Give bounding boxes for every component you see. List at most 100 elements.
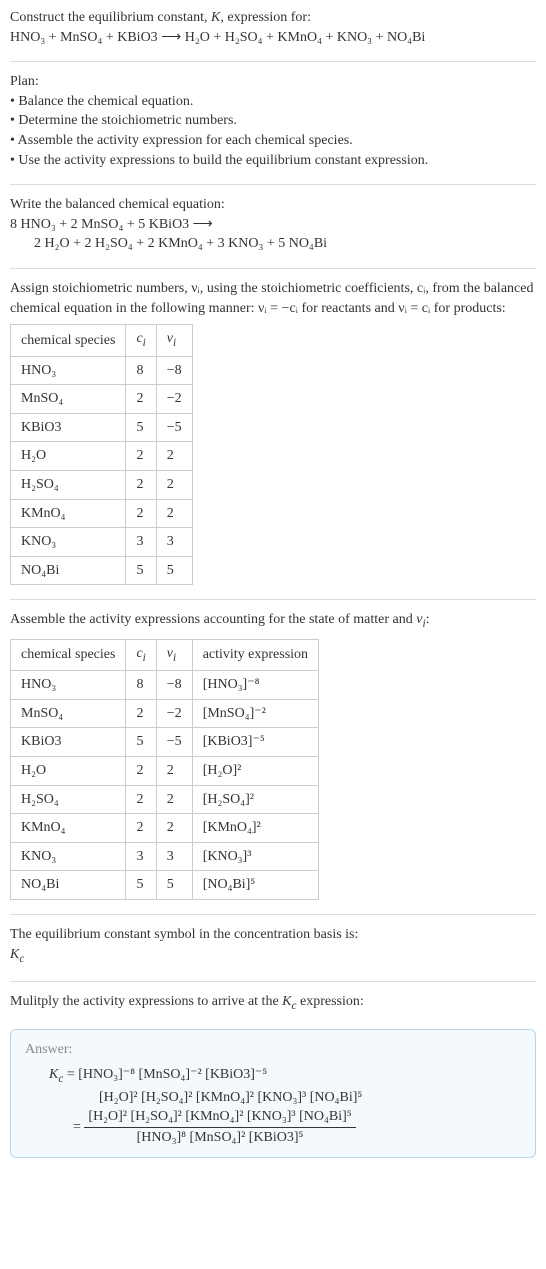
table-row: KNO₃33	[11, 528, 193, 557]
fraction: [H₂O]² [H₂SO₄]² [KMnO₄]² [KNO₃]³ [NO₄Bi]…	[84, 1107, 355, 1147]
cell: HNO₃	[11, 356, 126, 385]
cell: 2	[156, 442, 192, 471]
table-header: νi	[156, 639, 192, 670]
fraction-denominator: [HNO₃]⁸ [MnSO₄]² [KBiO3]⁵	[84, 1128, 355, 1148]
divider	[10, 599, 536, 600]
table-row: HNO₃8−8[HNO₃]⁻⁸	[11, 671, 319, 700]
cell: 3	[156, 842, 192, 871]
cell: [NO₄Bi]⁵	[192, 871, 318, 900]
cell: H₂O	[11, 757, 126, 786]
plan-section: Plan: • Balance the chemical equation. •…	[10, 72, 536, 170]
symbol-label: The equilibrium constant symbol in the c…	[10, 925, 536, 945]
cell: NO₄Bi	[11, 871, 126, 900]
plan-item: • Assemble the activity expression for e…	[10, 131, 536, 151]
table-row: NO₄Bi55	[11, 556, 193, 585]
unbalanced-equation: HNO₃ + MnSO₄ + KBiO3 ⟶ H₂O + H₂SO₄ + KMn…	[10, 28, 536, 48]
cell: MnSO₄	[11, 385, 126, 414]
table-row: KBiO35−5[KBiO3]⁻⁵	[11, 728, 319, 757]
table-row: MnSO₄2−2[MnSO₄]⁻²	[11, 699, 319, 728]
cell: 2	[156, 499, 192, 528]
cell: KBiO3	[11, 413, 126, 442]
title-text: Construct the equilibrium constant, K, e…	[10, 8, 536, 28]
activity-section: Assemble the activity expressions accoun…	[10, 610, 536, 900]
table-row: KBiO35−5	[11, 413, 193, 442]
cell: [KNO₃]³	[192, 842, 318, 871]
cell: 2	[126, 757, 156, 786]
symbol-section: The equilibrium constant symbol in the c…	[10, 925, 536, 967]
table-header-row: chemical species ci νi activity expressi…	[11, 639, 319, 670]
cell: 5	[126, 871, 156, 900]
table-row: MnSO₄2−2	[11, 385, 193, 414]
cell: 2	[156, 785, 192, 814]
cell: HNO₃	[11, 671, 126, 700]
cell: KNO₃	[11, 842, 126, 871]
cell: 2	[156, 470, 192, 499]
cell: KBiO3	[11, 728, 126, 757]
cell: MnSO₄	[11, 699, 126, 728]
answer-line1: Kc = K_c = [HNO₃]⁻⁸ [MnSO₄]⁻² [KBiO3]⁻⁵[…	[49, 1065, 521, 1087]
cell: 3	[156, 528, 192, 557]
cell: 2	[126, 699, 156, 728]
divider	[10, 914, 536, 915]
cell: 2	[126, 385, 156, 414]
cell: 5	[156, 556, 192, 585]
cell: −2	[156, 699, 192, 728]
table-row: H₂O22[H₂O]²	[11, 757, 319, 786]
divider	[10, 981, 536, 982]
table-row: H₂SO₄22[H₂SO₄]²	[11, 785, 319, 814]
cell: 2	[126, 470, 156, 499]
cell: −2	[156, 385, 192, 414]
table-row: KMnO₄22[KMnO₄]²	[11, 814, 319, 843]
balanced-line2: 2 H₂O + 2 H₂SO₄ + 2 KMnO₄ + 3 KNO₃ + 5 N…	[10, 234, 536, 254]
cell: [KBiO3]⁻⁵	[192, 728, 318, 757]
divider	[10, 61, 536, 62]
balanced-line1: 8 HNO₃ + 2 MnSO₄ + 5 KBiO3 ⟶	[10, 215, 536, 235]
activity-table: chemical species ci νi activity expressi…	[10, 639, 319, 900]
plan-item: • Use the activity expressions to build …	[10, 151, 536, 171]
cell: 3	[126, 528, 156, 557]
cell: 5	[126, 413, 156, 442]
stoich-intro: Assign stoichiometric numbers, νᵢ, using…	[10, 279, 536, 318]
cell: H₂O	[11, 442, 126, 471]
cell: 2	[126, 442, 156, 471]
table-row: H₂O22	[11, 442, 193, 471]
plan-item: • Balance the chemical equation.	[10, 92, 536, 112]
cell: 5	[156, 871, 192, 900]
balanced-section: Write the balanced chemical equation: 8 …	[10, 195, 536, 254]
cell: 5	[126, 728, 156, 757]
cell: −8	[156, 356, 192, 385]
table-row: H₂SO₄22	[11, 470, 193, 499]
cell: 5	[126, 556, 156, 585]
answer-box: Answer: Kc = K_c = [HNO₃]⁻⁸ [MnSO₄]⁻² [K…	[10, 1029, 536, 1159]
table-row: KNO₃33[KNO₃]³	[11, 842, 319, 871]
divider	[10, 184, 536, 185]
cell: −8	[156, 671, 192, 700]
cell: −5	[156, 728, 192, 757]
cell: H₂SO₄	[11, 470, 126, 499]
multiply-section: Mulitply the activity expressions to arr…	[10, 992, 536, 1014]
plan-item-text: Use the activity expressions to build th…	[18, 153, 428, 168]
plan-label: Plan:	[10, 72, 536, 92]
fraction-numerator: [H₂O]² [H₂SO₄]² [KMnO₄]² [KNO₃]³ [NO₄Bi]…	[84, 1107, 355, 1128]
activity-intro: Assemble the activity expressions accoun…	[10, 610, 536, 632]
cell: KMnO₄	[11, 814, 126, 843]
cell: −5	[156, 413, 192, 442]
cell: 2	[126, 785, 156, 814]
answer-content: Kc = K_c = [HNO₃]⁻⁸ [MnSO₄]⁻² [KBiO3]⁻⁵[…	[25, 1065, 521, 1147]
plan-item: • Determine the stoichiometric numbers.	[10, 111, 536, 131]
plan-item-text: Assemble the activity expression for eac…	[18, 133, 353, 148]
cell: KMnO₄	[11, 499, 126, 528]
answer-line2: [H₂O]² [H₂SO₄]² [KMnO₄]² [KNO₃]³ [NO₄Bi]…	[49, 1088, 521, 1108]
stoich-section: Assign stoichiometric numbers, νᵢ, using…	[10, 279, 536, 585]
cell: 2	[126, 814, 156, 843]
cell: [H₂SO₄]²	[192, 785, 318, 814]
cell: H₂SO₄	[11, 785, 126, 814]
cell: KNO₃	[11, 528, 126, 557]
cell: [KMnO₄]²	[192, 814, 318, 843]
cell: NO₄Bi	[11, 556, 126, 585]
cell: 3	[126, 842, 156, 871]
answer-fraction: = [H₂O]² [H₂SO₄]² [KMnO₄]² [KNO₃]³ [NO₄B…	[49, 1107, 521, 1147]
plan-item-text: Determine the stoichiometric numbers.	[18, 113, 237, 128]
table-header: ci	[126, 639, 156, 670]
table-header: chemical species	[11, 325, 126, 356]
